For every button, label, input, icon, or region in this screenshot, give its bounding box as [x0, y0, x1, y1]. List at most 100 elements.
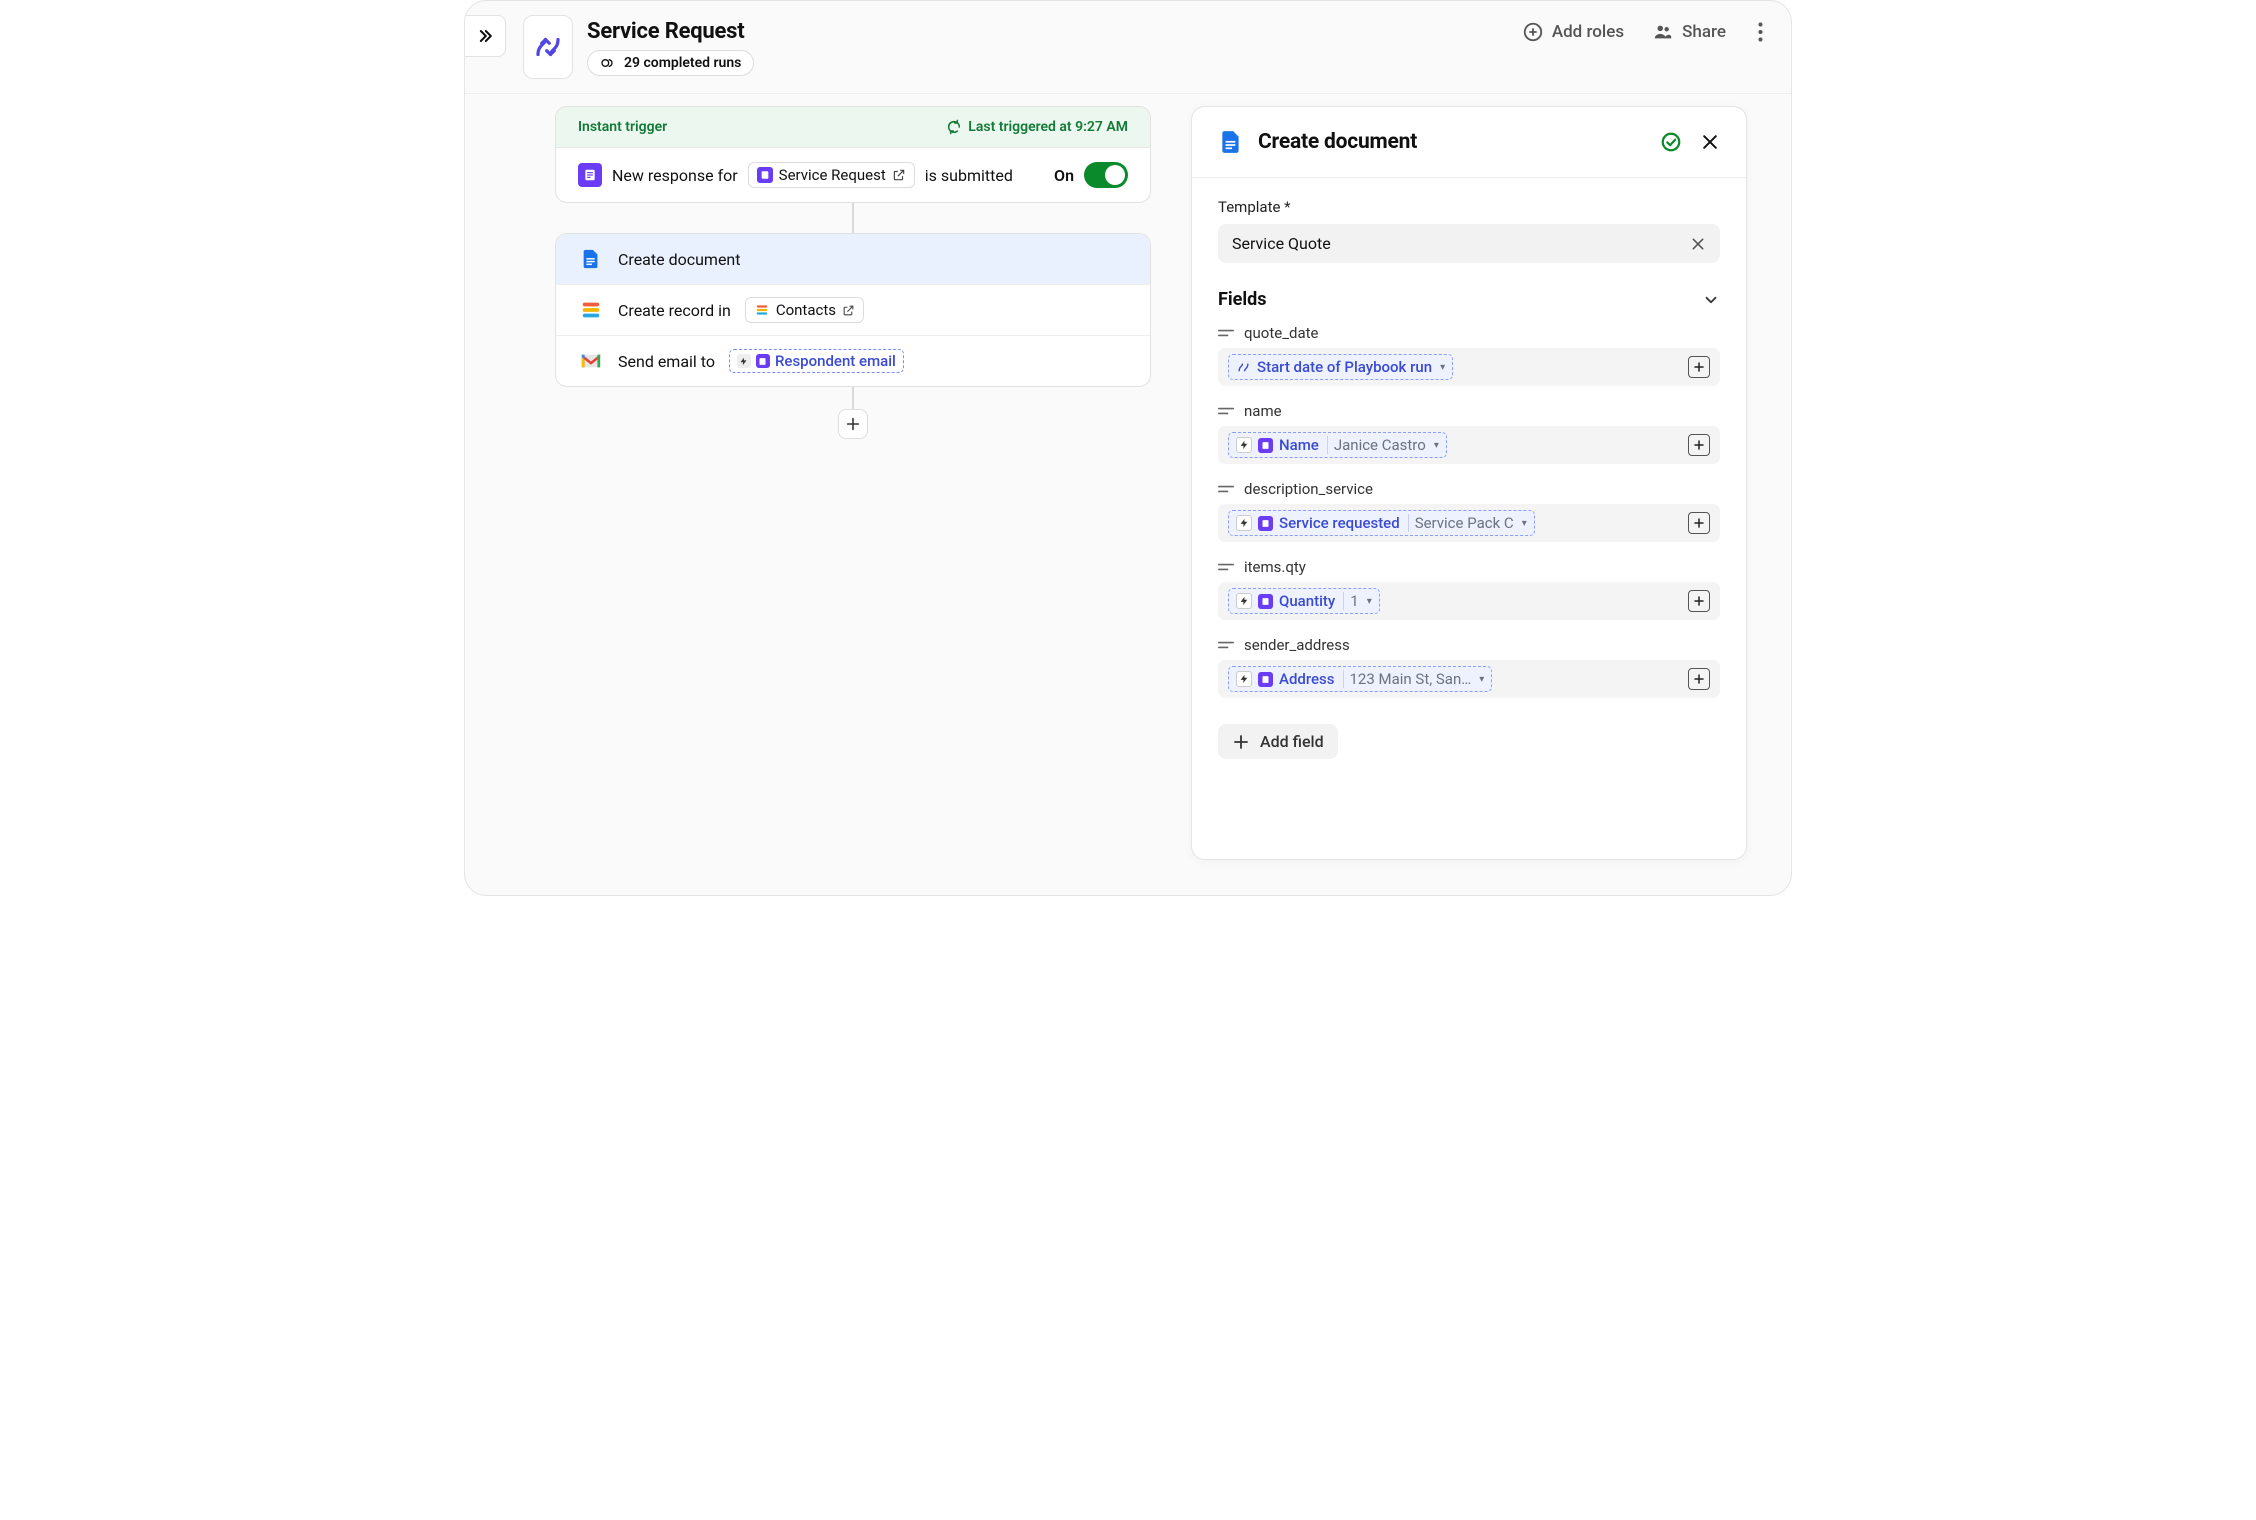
step-label: Create document: [618, 250, 741, 269]
field-value-input[interactable]: Start date of Playbook run ▾: [1218, 348, 1720, 386]
respondent-email-variable[interactable]: Respondent email: [729, 349, 904, 373]
field-name: name: [1244, 402, 1282, 420]
chevron-down-icon: ▾: [1479, 674, 1484, 685]
step-detail-panel: Create document Template * Service Quote…: [1191, 106, 1747, 860]
plus-circle-icon: [1522, 21, 1544, 43]
bolt-mini-icon: [737, 354, 751, 368]
text-field-icon: [1218, 640, 1234, 650]
bolt-mini-icon: [1236, 437, 1252, 453]
runs-label: 29 completed runs: [624, 55, 741, 71]
trigger-label: Instant trigger: [578, 119, 667, 135]
trigger-body[interactable]: New response for Service Request is subm…: [556, 147, 1150, 202]
runs-icon: [600, 55, 616, 71]
connector-line: [852, 203, 854, 233]
sidebar-expand-button[interactable]: [464, 15, 506, 57]
people-icon: [1652, 21, 1674, 43]
template-field-label: Template *: [1218, 198, 1720, 216]
gmail-icon: [578, 348, 604, 374]
clear-template-button[interactable]: [1690, 236, 1706, 252]
form-mini-icon: [757, 167, 773, 183]
mapped-field: quote_dateStart date of Playbook run▾: [1218, 324, 1720, 386]
trigger-form-chip[interactable]: Service Request: [748, 162, 915, 188]
add-variable-button[interactable]: [1688, 668, 1710, 690]
field-value-input[interactable]: Quantity1▾: [1218, 582, 1720, 620]
runs-pill[interactable]: 29 completed runs: [587, 50, 754, 76]
plus-icon: [1693, 673, 1705, 685]
trigger-toggle[interactable]: [1084, 162, 1128, 188]
step-create-record[interactable]: 2 Create record in Contacts: [556, 284, 1150, 335]
header: Service Request 29 completed runs Add ro…: [465, 1, 1791, 94]
tables-icon: [578, 297, 604, 323]
variable-token[interactable]: Service requested Service Pack C ▾: [1228, 510, 1535, 536]
mapped-field: items.qty Quantity1▾: [1218, 558, 1720, 620]
plus-icon: [1693, 361, 1705, 373]
flow-column: Instant trigger Last triggered at 9:27 A…: [555, 106, 1151, 439]
token-preview: 123 Main St, San…: [1343, 670, 1472, 688]
form-icon: [578, 163, 602, 187]
bolt-mini-icon: [1236, 593, 1252, 609]
close-panel-button[interactable]: [1700, 132, 1720, 152]
field-value-input[interactable]: Address123 Main St, San…▾: [1218, 660, 1720, 698]
add-roles-button[interactable]: Add roles: [1522, 21, 1624, 43]
variable-token[interactable]: Start date of Playbook run ▾: [1228, 354, 1453, 380]
chevron-down-icon: [1702, 291, 1720, 309]
token-label: Start date of Playbook run: [1257, 358, 1432, 376]
panel-header: Create document: [1192, 107, 1746, 178]
chevron-down-icon: ▾: [1440, 362, 1445, 373]
more-menu-button[interactable]: [1754, 22, 1767, 42]
sync-icon: [946, 119, 962, 135]
form-mini-icon: [1258, 672, 1273, 687]
form-mini-icon: [756, 354, 770, 368]
add-variable-button[interactable]: [1688, 356, 1710, 378]
chevron-down-icon: ▾: [1367, 596, 1372, 607]
panel-title: Create document: [1258, 130, 1417, 154]
close-icon: [1700, 132, 1720, 152]
step-text-prefix: Send email to: [618, 352, 715, 371]
plus-icon: [1693, 439, 1705, 451]
field-name: sender_address: [1244, 636, 1350, 654]
variable-token[interactable]: Address123 Main St, San…▾: [1228, 666, 1492, 692]
trigger-card: Instant trigger Last triggered at 9:27 A…: [555, 106, 1151, 203]
step-create-document[interactable]: 1 Create document: [556, 234, 1150, 284]
add-step-button[interactable]: [838, 409, 868, 439]
contacts-chip[interactable]: Contacts: [745, 297, 864, 323]
trigger-header: Instant trigger Last triggered at 9:27 A…: [556, 107, 1150, 147]
token-preview: Service Pack C: [1408, 514, 1514, 532]
chevron-down-icon: ▾: [1522, 518, 1527, 529]
playbook-mini-icon: [1236, 360, 1251, 375]
add-variable-button[interactable]: [1688, 434, 1710, 456]
text-field-icon: [1218, 484, 1234, 494]
fields-section-header[interactable]: Fields: [1218, 289, 1720, 310]
add-field-button[interactable]: Add field: [1218, 724, 1338, 759]
trigger-text-prefix: New response for: [612, 166, 738, 185]
token-label: Name: [1279, 436, 1319, 454]
trigger-state-label: On: [1054, 166, 1074, 185]
workflow-icon: [533, 32, 563, 62]
text-field-icon: [1218, 328, 1234, 338]
field-name: items.qty: [1244, 558, 1306, 576]
steps-card: 1 Create document 2 Create record in Con…: [555, 233, 1151, 387]
field-value-input[interactable]: Service requested Service Pack C ▾: [1218, 504, 1720, 542]
field-value-input[interactable]: NameJanice Castro▾: [1218, 426, 1720, 464]
form-mini-icon: [1258, 438, 1273, 453]
share-button[interactable]: Share: [1652, 21, 1726, 43]
tables-mini-icon: [754, 302, 770, 318]
mapped-field: sender_addressAddress123 Main St, San…▾: [1218, 636, 1720, 698]
variable-token[interactable]: NameJanice Castro▾: [1228, 432, 1447, 458]
close-icon: [1690, 236, 1706, 252]
add-variable-button[interactable]: [1688, 512, 1710, 534]
chevrons-right-icon: [475, 26, 495, 46]
step-send-email[interactable]: 3 Send email to Respondent email: [556, 335, 1150, 386]
add-variable-button[interactable]: [1688, 590, 1710, 612]
trigger-last-run: Last triggered at 9:27 AM: [968, 119, 1128, 135]
field-name: description_service: [1244, 480, 1373, 498]
chevron-down-icon: ▾: [1434, 440, 1439, 451]
open-external-icon: [892, 168, 906, 182]
token-label: Quantity: [1279, 592, 1335, 610]
plus-icon: [1693, 517, 1705, 529]
variable-token[interactable]: Quantity1▾: [1228, 588, 1380, 614]
template-selector[interactable]: Service Quote: [1218, 224, 1720, 263]
google-doc-icon: [578, 246, 604, 272]
token-label: Service requested: [1279, 514, 1400, 532]
more-vert-icon: [1758, 22, 1763, 42]
